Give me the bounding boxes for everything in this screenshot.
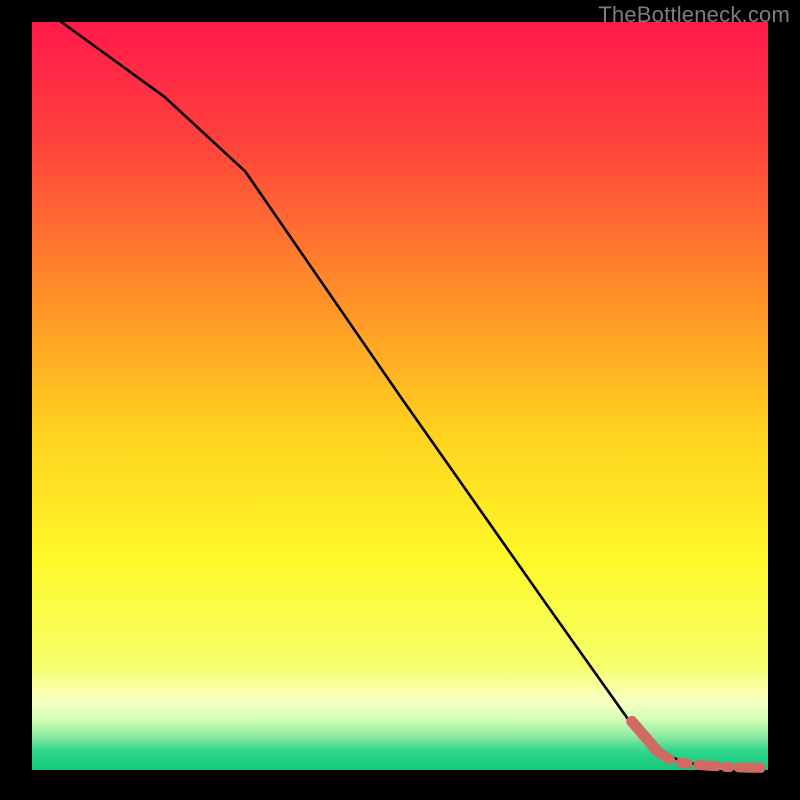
- chart-canvas: [0, 0, 800, 800]
- chart-frame: TheBottleneck.com: [0, 0, 800, 800]
- watermark-label: TheBottleneck.com: [598, 2, 790, 28]
